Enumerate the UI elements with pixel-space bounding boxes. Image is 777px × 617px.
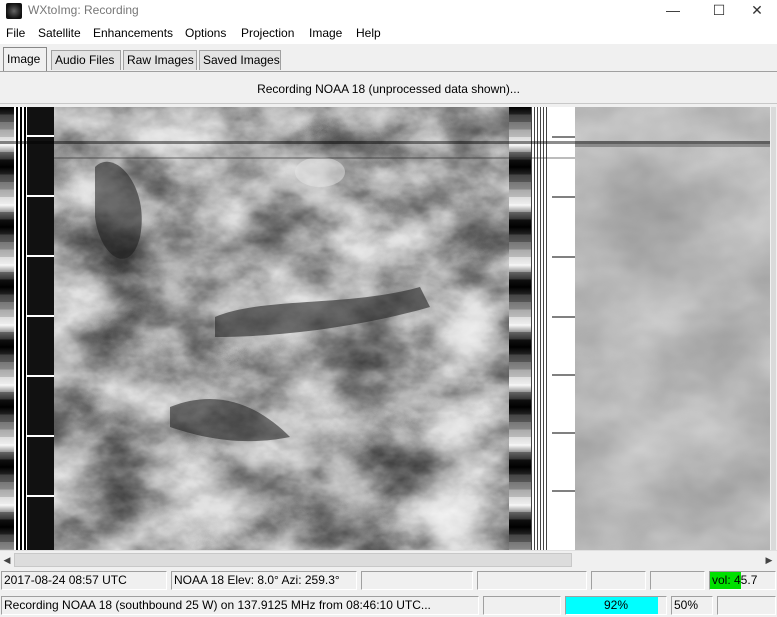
horizontal-scrollbar[interactable]: ◀ ▶ [0, 550, 777, 568]
menu-bar: File Satellite Enhancements Options Proj… [0, 22, 777, 44]
volume-meter: vol: 45.7 [709, 571, 776, 590]
tab-saved-images[interactable]: Saved Images [199, 50, 281, 70]
vertical-scrollbar[interactable] [770, 107, 777, 550]
status-field-empty-3 [591, 571, 646, 590]
apt-image [0, 107, 770, 550]
volume-label: vol: 45.7 [712, 573, 758, 587]
maximize-button[interactable]: ☐ [696, 0, 742, 22]
satellite-position-field: NOAA 18 Elev: 8.0° Azi: 259.3° [171, 571, 357, 590]
scroll-left-arrow-icon[interactable]: ◀ [0, 553, 14, 567]
menu-satellite[interactable]: Satellite [38, 26, 81, 40]
progress-label: 92% [603, 598, 629, 612]
header-divider [0, 103, 777, 104]
status-field-empty-4 [650, 571, 705, 590]
close-button[interactable]: ✕ [737, 0, 777, 22]
recording-header: Recording NOAA 18 (unprocessed data show… [257, 82, 520, 96]
horizontal-scroll-thumb[interactable] [14, 553, 572, 567]
scroll-right-arrow-icon[interactable]: ▶ [762, 553, 776, 567]
menu-projection[interactable]: Projection [241, 26, 294, 40]
zoom-field: 50% [671, 596, 713, 615]
menu-image[interactable]: Image [309, 26, 342, 40]
tab-audio-files[interactable]: Audio Files [51, 50, 121, 70]
vertical-scroll-thumb[interactable] [771, 107, 776, 550]
tab-image[interactable]: Image [3, 47, 47, 71]
datetime-field: 2017-08-24 08:57 UTC [1, 571, 167, 590]
status-field-empty-2 [477, 571, 587, 590]
menu-enhancements[interactable]: Enhancements [93, 26, 173, 40]
recording-progress-bar: 92% [565, 596, 667, 615]
menu-file[interactable]: File [6, 26, 25, 40]
status-field-empty-1 [361, 571, 473, 590]
recording-status-field: Recording NOAA 18 (southbound 25 W) on 1… [1, 596, 479, 615]
tab-divider [0, 71, 777, 72]
window-title: WXtoImg: Recording [28, 3, 139, 17]
menu-options[interactable]: Options [185, 26, 226, 40]
tab-strip: Image Audio Files Raw Images Saved Image… [0, 44, 777, 72]
title-bar: WXtoImg: Recording — ☐ ✕ [0, 0, 777, 22]
menu-help[interactable]: Help [356, 26, 381, 40]
app-icon [6, 3, 22, 19]
minimize-button[interactable]: — [650, 0, 696, 22]
status-field-empty-6 [717, 596, 776, 615]
tab-raw-images[interactable]: Raw Images [123, 50, 197, 70]
status-field-empty-5 [483, 596, 561, 615]
satellite-image-view[interactable] [0, 107, 770, 550]
